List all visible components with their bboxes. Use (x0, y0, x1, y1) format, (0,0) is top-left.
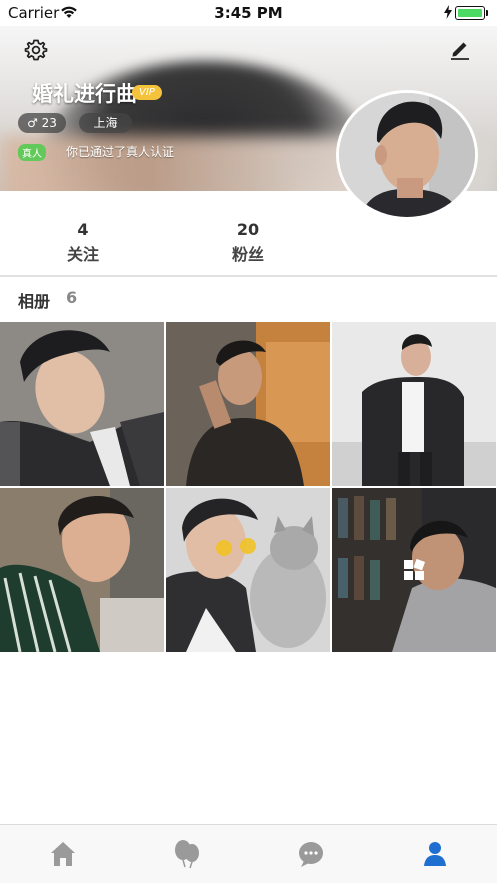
album-photo-5[interactable] (166, 488, 330, 652)
tab-bar (0, 824, 497, 883)
pencil-icon[interactable] (449, 38, 471, 60)
fans-count: 20 (236, 220, 260, 239)
home-icon[interactable] (48, 839, 78, 869)
album-title: 相册 (18, 292, 51, 311)
fans-label: 粉丝 (231, 245, 264, 264)
age-chip: ♂ 23 (18, 113, 66, 133)
album-photo-6[interactable] (332, 488, 496, 652)
user-icon[interactable] (420, 839, 450, 869)
section-divider (0, 275, 497, 277)
avatar-photo (339, 93, 475, 217)
chat-bubble-icon[interactable] (296, 839, 326, 869)
battery-icon (455, 6, 488, 20)
gear-icon[interactable] (24, 38, 48, 62)
album-photo-3[interactable] (332, 322, 496, 486)
album-photo-4[interactable] (0, 488, 164, 652)
real-person-badge: 真人 (18, 144, 46, 161)
vip-badge: VIP (132, 85, 162, 100)
album-photo-2[interactable] (166, 322, 330, 486)
album-count: 6 (66, 288, 78, 307)
following-count: 4 (77, 220, 89, 239)
battery-level (457, 8, 482, 17)
following-label: 关注 (66, 245, 99, 264)
balloons-icon[interactable] (172, 839, 202, 869)
fans-stat[interactable]: 20 粉丝 (208, 220, 288, 265)
album-photo-1[interactable] (0, 322, 164, 486)
status-bar: Carrier 3:45 PM (0, 0, 497, 26)
status-time: 3:45 PM (214, 4, 283, 22)
photo-grid (0, 322, 497, 654)
city-chip: 上海 (79, 113, 132, 133)
charging-icon (444, 5, 452, 19)
avatar[interactable] (336, 90, 478, 220)
verification-text: 你已通过了真人认证 (66, 145, 175, 159)
profile-name: 婚礼进行曲 (32, 82, 137, 106)
following-stat[interactable]: 4 关注 (43, 220, 123, 265)
